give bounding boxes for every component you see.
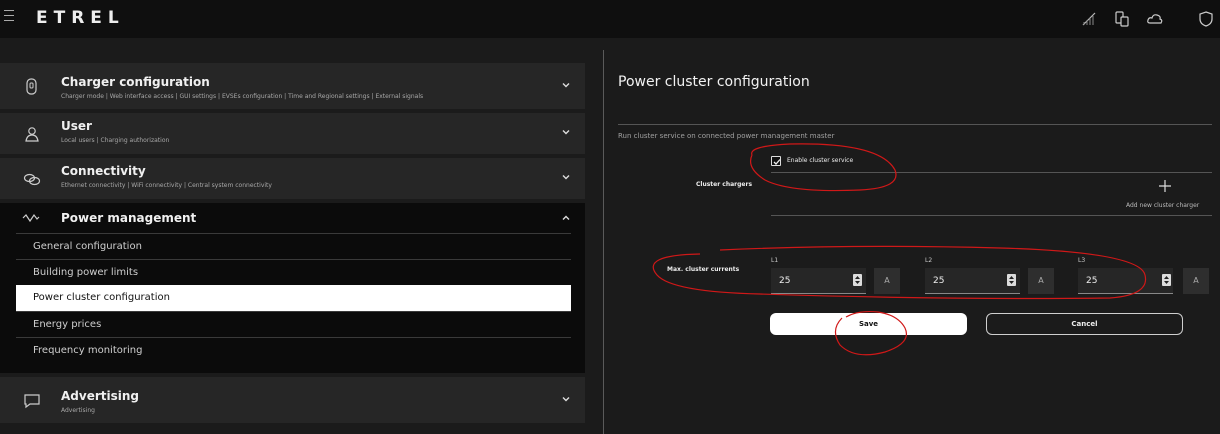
cancel-button[interactable]: Cancel bbox=[986, 313, 1183, 335]
chevron-down-icon[interactable] bbox=[561, 394, 571, 404]
nav-item-building-power-limits[interactable]: Building power limits bbox=[16, 259, 571, 285]
section-title: Connectivity bbox=[61, 164, 146, 178]
section-subtitle: Local users | Charging authorization bbox=[61, 137, 170, 144]
chevron-up-icon[interactable] bbox=[561, 213, 571, 223]
chevron-down-icon[interactable] bbox=[561, 172, 571, 182]
phase-label-l2: L2 bbox=[925, 257, 933, 264]
l3-stepper-icon[interactable] bbox=[1162, 274, 1171, 286]
nav-item-energy-prices[interactable]: Energy prices bbox=[16, 311, 571, 337]
annotation-circle-enable bbox=[749, 143, 897, 192]
l2-stepper-icon[interactable] bbox=[1007, 274, 1016, 286]
checkmark-icon bbox=[773, 159, 781, 165]
phase-label-l1: L1 bbox=[771, 257, 779, 264]
hamburger-menu-icon[interactable] bbox=[4, 10, 14, 24]
charger-icon bbox=[26, 78, 37, 95]
chevron-down-icon[interactable] bbox=[561, 80, 571, 90]
link-icon bbox=[23, 173, 41, 186]
top-bar: ETREL bbox=[0, 0, 1220, 38]
enable-cluster-service-label: Enable cluster service bbox=[787, 157, 854, 164]
l1-stepper-icon[interactable] bbox=[853, 274, 862, 286]
max-cluster-currents-label: Max. cluster currents bbox=[667, 266, 740, 273]
divider bbox=[618, 124, 1212, 125]
nav-section-charger-configuration[interactable]: Charger configuration Charger mode | Web… bbox=[0, 63, 585, 109]
chevron-down-icon[interactable] bbox=[561, 127, 571, 137]
cluster-service-description: Run cluster service on connected power m… bbox=[618, 132, 835, 140]
panel-divider bbox=[603, 50, 604, 434]
l2-unit: A bbox=[1028, 268, 1054, 294]
nav-item-power-cluster-configuration[interactable]: Power cluster configuration bbox=[16, 285, 571, 311]
enable-cluster-service-checkbox[interactable] bbox=[771, 156, 781, 166]
cloud-icon[interactable] bbox=[1146, 10, 1164, 28]
nav-item-frequency-monitoring[interactable]: Frequency monitoring bbox=[16, 337, 571, 363]
cluster-chargers-label: Cluster chargers bbox=[696, 181, 753, 188]
nav-item-general-configuration[interactable]: General configuration bbox=[16, 233, 571, 259]
divider bbox=[771, 215, 1212, 216]
divider bbox=[771, 172, 1212, 173]
phase-label-l3: L3 bbox=[1078, 257, 1086, 264]
nav-section-power-management: Power management General configuration B… bbox=[0, 203, 585, 373]
nav-section-user[interactable]: User Local users | Charging authorizatio… bbox=[0, 113, 585, 154]
user-icon bbox=[25, 127, 39, 142]
section-title: User bbox=[61, 119, 92, 133]
l2-current-input[interactable]: 25 bbox=[925, 268, 1020, 294]
page-title: Power cluster configuration bbox=[618, 74, 810, 90]
section-subtitle: Advertising bbox=[61, 407, 95, 414]
l1-current-input[interactable]: 25 bbox=[771, 268, 866, 294]
shield-icon[interactable] bbox=[1197, 10, 1215, 28]
add-cluster-charger-button[interactable]: Add new cluster charger bbox=[1126, 202, 1199, 209]
section-title: Charger configuration bbox=[61, 75, 210, 89]
save-button[interactable]: Save bbox=[770, 313, 967, 335]
power-management-header[interactable]: Power management bbox=[0, 203, 585, 233]
section-subtitle: Ethernet connectivity | WiFi connectivit… bbox=[61, 182, 272, 189]
section-title: Advertising bbox=[61, 389, 139, 403]
l3-unit: A bbox=[1183, 268, 1209, 294]
app-window: ETREL Charger configuration Charger mode… bbox=[0, 0, 1220, 434]
l1-unit: A bbox=[874, 268, 900, 294]
settings-nav: Charger configuration Charger mode | Web… bbox=[0, 63, 585, 427]
etrel-logo: ETREL bbox=[36, 8, 125, 28]
nav-section-advertising[interactable]: Advertising Advertising bbox=[0, 377, 585, 423]
section-title: Power management bbox=[61, 211, 197, 225]
devices-icon[interactable] bbox=[1113, 10, 1131, 28]
signal-off-icon[interactable] bbox=[1080, 10, 1098, 28]
l3-current-input[interactable]: 25 bbox=[1078, 268, 1173, 294]
nav-section-connectivity[interactable]: Connectivity Ethernet connectivity | WiF… bbox=[0, 158, 585, 199]
plus-icon[interactable] bbox=[1158, 179, 1172, 193]
message-icon bbox=[24, 394, 40, 409]
section-subtitle: Charger mode | Web interface access | GU… bbox=[61, 93, 424, 100]
wave-icon bbox=[22, 213, 40, 223]
